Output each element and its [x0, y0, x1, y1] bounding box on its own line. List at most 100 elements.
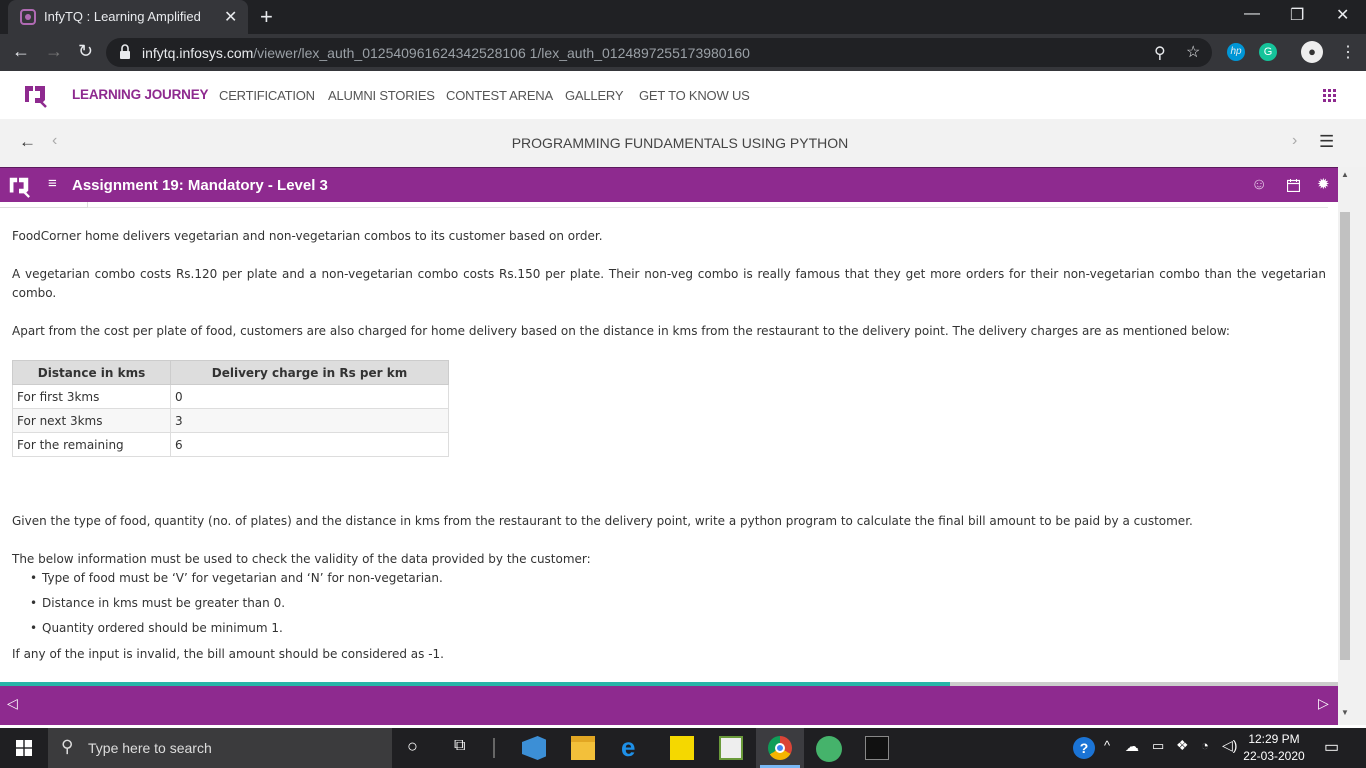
- previous-page-icon[interactable]: ◁: [7, 695, 18, 712]
- volume-icon[interactable]: ◁): [1222, 737, 1237, 754]
- intro-paragraph: FoodCorner home delivers vegetarian and …: [12, 229, 603, 243]
- profile-avatar-icon[interactable]: ●: [1301, 41, 1323, 63]
- course-menu-icon[interactable]: ☰: [1319, 132, 1334, 152]
- zoom-icon[interactable]: ⚲: [1154, 43, 1166, 63]
- assignment-bar: ≡ Assignment 19: Mandatory - Level 3 ☺ ✹: [0, 167, 1338, 202]
- lock-icon: [120, 44, 130, 59]
- terminal-icon[interactable]: [865, 736, 889, 760]
- browser-menu-icon[interactable]: ⋮: [1340, 42, 1356, 62]
- dropbox-icon[interactable]: ❖: [1176, 737, 1189, 754]
- table-cell: 6: [170, 432, 449, 457]
- url-text: infytq.infosys.com/viewer/lex_auth_01254…: [142, 45, 750, 61]
- content-tab-edge: [0, 202, 88, 208]
- table-cell: 0: [170, 384, 449, 409]
- infytq-small-logo-icon: [9, 177, 30, 198]
- table-header-row: Distance in kms Delivery charge in Rs pe…: [12, 360, 449, 385]
- next-module-icon[interactable]: ›: [1292, 132, 1297, 150]
- vscode-icon[interactable]: [522, 736, 546, 760]
- nav-get-to-know-us[interactable]: GET TO KNOW US: [639, 88, 750, 103]
- column-header: Delivery charge in Rs per km: [170, 360, 449, 385]
- help-icon[interactable]: ?: [1073, 737, 1095, 759]
- infytq-logo-icon[interactable]: [22, 82, 48, 108]
- table-row: For the remaining 6: [12, 432, 449, 457]
- search-placeholder: Type here to search: [88, 740, 212, 756]
- taskbar-divider: [493, 738, 495, 758]
- next-page-icon[interactable]: ▷: [1318, 695, 1329, 712]
- battery-icon[interactable]: ▭: [1152, 738, 1164, 754]
- address-bar[interactable]: infytq.infosys.com/viewer/lex_auth_01254…: [106, 38, 1212, 67]
- delivery-charges-table: Distance in kms Delivery charge in Rs pe…: [12, 360, 449, 457]
- list-item: Quantity ordered should be minimum 1.: [30, 619, 443, 644]
- windows-start-icon[interactable]: [16, 740, 32, 756]
- list-item: Distance in kms must be greater than 0.: [30, 594, 443, 619]
- table-row: For first 3kms 0: [12, 384, 449, 409]
- assignment-content: FoodCorner home delivers vegetarian and …: [0, 202, 1338, 682]
- table-cell: For the remaining: [12, 432, 171, 457]
- validity-rules-list: Type of food must be ‘V’ for vegetarian …: [30, 569, 443, 644]
- tab-title: InfyTQ : Learning Amplified: [44, 9, 201, 24]
- windows-taskbar: ⚲ Type here to search ○ ⧉ e ? ^ ☁ ▭ ❖ ◔ …: [0, 728, 1366, 768]
- taskbar-clock[interactable]: 12:29 PM 22-03-2020: [1240, 731, 1308, 765]
- content-divider: [88, 207, 1328, 208]
- pricing-paragraph: A vegetarian combo costs Rs.120 per plat…: [12, 267, 1326, 300]
- back-icon[interactable]: ←: [12, 41, 30, 62]
- atom-app-icon[interactable]: [816, 736, 842, 762]
- forward-icon[interactable]: →: [45, 41, 63, 62]
- window-close-icon[interactable]: ✕: [1336, 5, 1349, 25]
- calendar-icon[interactable]: [1287, 179, 1300, 192]
- table-row: For next 3kms 3: [12, 408, 449, 433]
- chrome-taskbar-slot[interactable]: [756, 728, 804, 768]
- search-icon: ⚲: [61, 737, 74, 756]
- onedrive-icon[interactable]: ☁: [1125, 738, 1139, 755]
- edge-browser-icon[interactable]: e: [621, 732, 645, 762]
- column-header: Distance in kms: [12, 360, 171, 385]
- task-view-icon[interactable]: ⧉: [454, 737, 465, 755]
- table-cell: For next 3kms: [12, 408, 171, 433]
- nav-learning-journey[interactable]: LEARNING JOURNEY: [72, 87, 209, 102]
- restore-icon[interactable]: ❐: [1290, 5, 1304, 25]
- delivery-paragraph: Apart from the cost per plate of food, c…: [12, 324, 1230, 338]
- cortana-icon[interactable]: ○: [407, 736, 418, 757]
- apps-grid-icon[interactable]: [1323, 89, 1336, 102]
- nav-gallery[interactable]: GALLERY: [565, 88, 624, 103]
- infytq-favicon-icon: [20, 9, 36, 25]
- reload-icon[interactable]: ↻: [78, 41, 93, 62]
- invalid-input-paragraph: If any of the input is invalid, the bill…: [12, 647, 444, 661]
- browser-tab-bar: InfyTQ : Learning Amplified ✕ + — ❐ ✕: [0, 0, 1366, 34]
- bottom-nav-bar: ◁ ▷: [0, 686, 1338, 725]
- bookmark-star-icon[interactable]: ☆: [1186, 42, 1200, 62]
- scroll-down-icon[interactable]: ▼: [1341, 708, 1349, 717]
- settings-gear-icon[interactable]: ✹: [1317, 175, 1330, 193]
- chrome-icon: [768, 736, 792, 760]
- file-explorer-icon[interactable]: [571, 736, 595, 760]
- nav-contest-arena[interactable]: CONTEST ARENA: [446, 88, 553, 103]
- validity-paragraph: The below information must be used to ch…: [12, 552, 591, 566]
- nav-certification[interactable]: CERTIFICATION: [219, 88, 315, 103]
- task-paragraph: Given the type of food, quantity (no. of…: [12, 514, 1193, 528]
- notifications-icon[interactable]: ▭: [1324, 737, 1339, 757]
- show-hidden-icons-icon[interactable]: ^: [1104, 738, 1110, 753]
- course-title-bar: ← ‹ PROGRAMMING FUNDAMENTALS USING PYTHO…: [0, 119, 1366, 167]
- site-header: LEARNING JOURNEY CERTIFICATION ALUMNI ST…: [0, 71, 1366, 119]
- clock-time: 12:29 PM: [1248, 732, 1300, 746]
- taskbar-search-box[interactable]: ⚲ Type here to search: [48, 728, 392, 768]
- scroll-thumb[interactable]: [1340, 212, 1350, 660]
- hp-extension-icon[interactable]: hp: [1227, 43, 1245, 61]
- clock-date: 22-03-2020: [1243, 749, 1305, 763]
- content-scrollbar[interactable]: ▲ ▼: [1338, 167, 1366, 725]
- grammarly-extension-icon[interactable]: G: [1259, 43, 1277, 61]
- table-cell: For first 3kms: [12, 384, 171, 409]
- browser-toolbar: ← → ↻ infytq.infosys.com/viewer/lex_auth…: [0, 34, 1366, 71]
- minimize-icon[interactable]: —: [1244, 5, 1260, 23]
- feedback-smiley-icon[interactable]: ☺: [1251, 176, 1267, 194]
- sticky-notes-icon[interactable]: [670, 736, 694, 760]
- nav-alumni-stories[interactable]: ALUMNI STORIES: [328, 88, 435, 103]
- new-tab-icon[interactable]: +: [260, 4, 273, 30]
- table-cell: 3: [170, 408, 449, 433]
- tab-close-icon[interactable]: ✕: [224, 7, 237, 27]
- notepad-icon[interactable]: [719, 736, 743, 760]
- scroll-up-icon[interactable]: ▲: [1341, 170, 1349, 179]
- browser-tab[interactable]: InfyTQ : Learning Amplified ✕: [8, 0, 248, 34]
- wifi-icon[interactable]: ◔: [1201, 738, 1209, 753]
- toc-menu-icon[interactable]: ≡: [48, 175, 57, 192]
